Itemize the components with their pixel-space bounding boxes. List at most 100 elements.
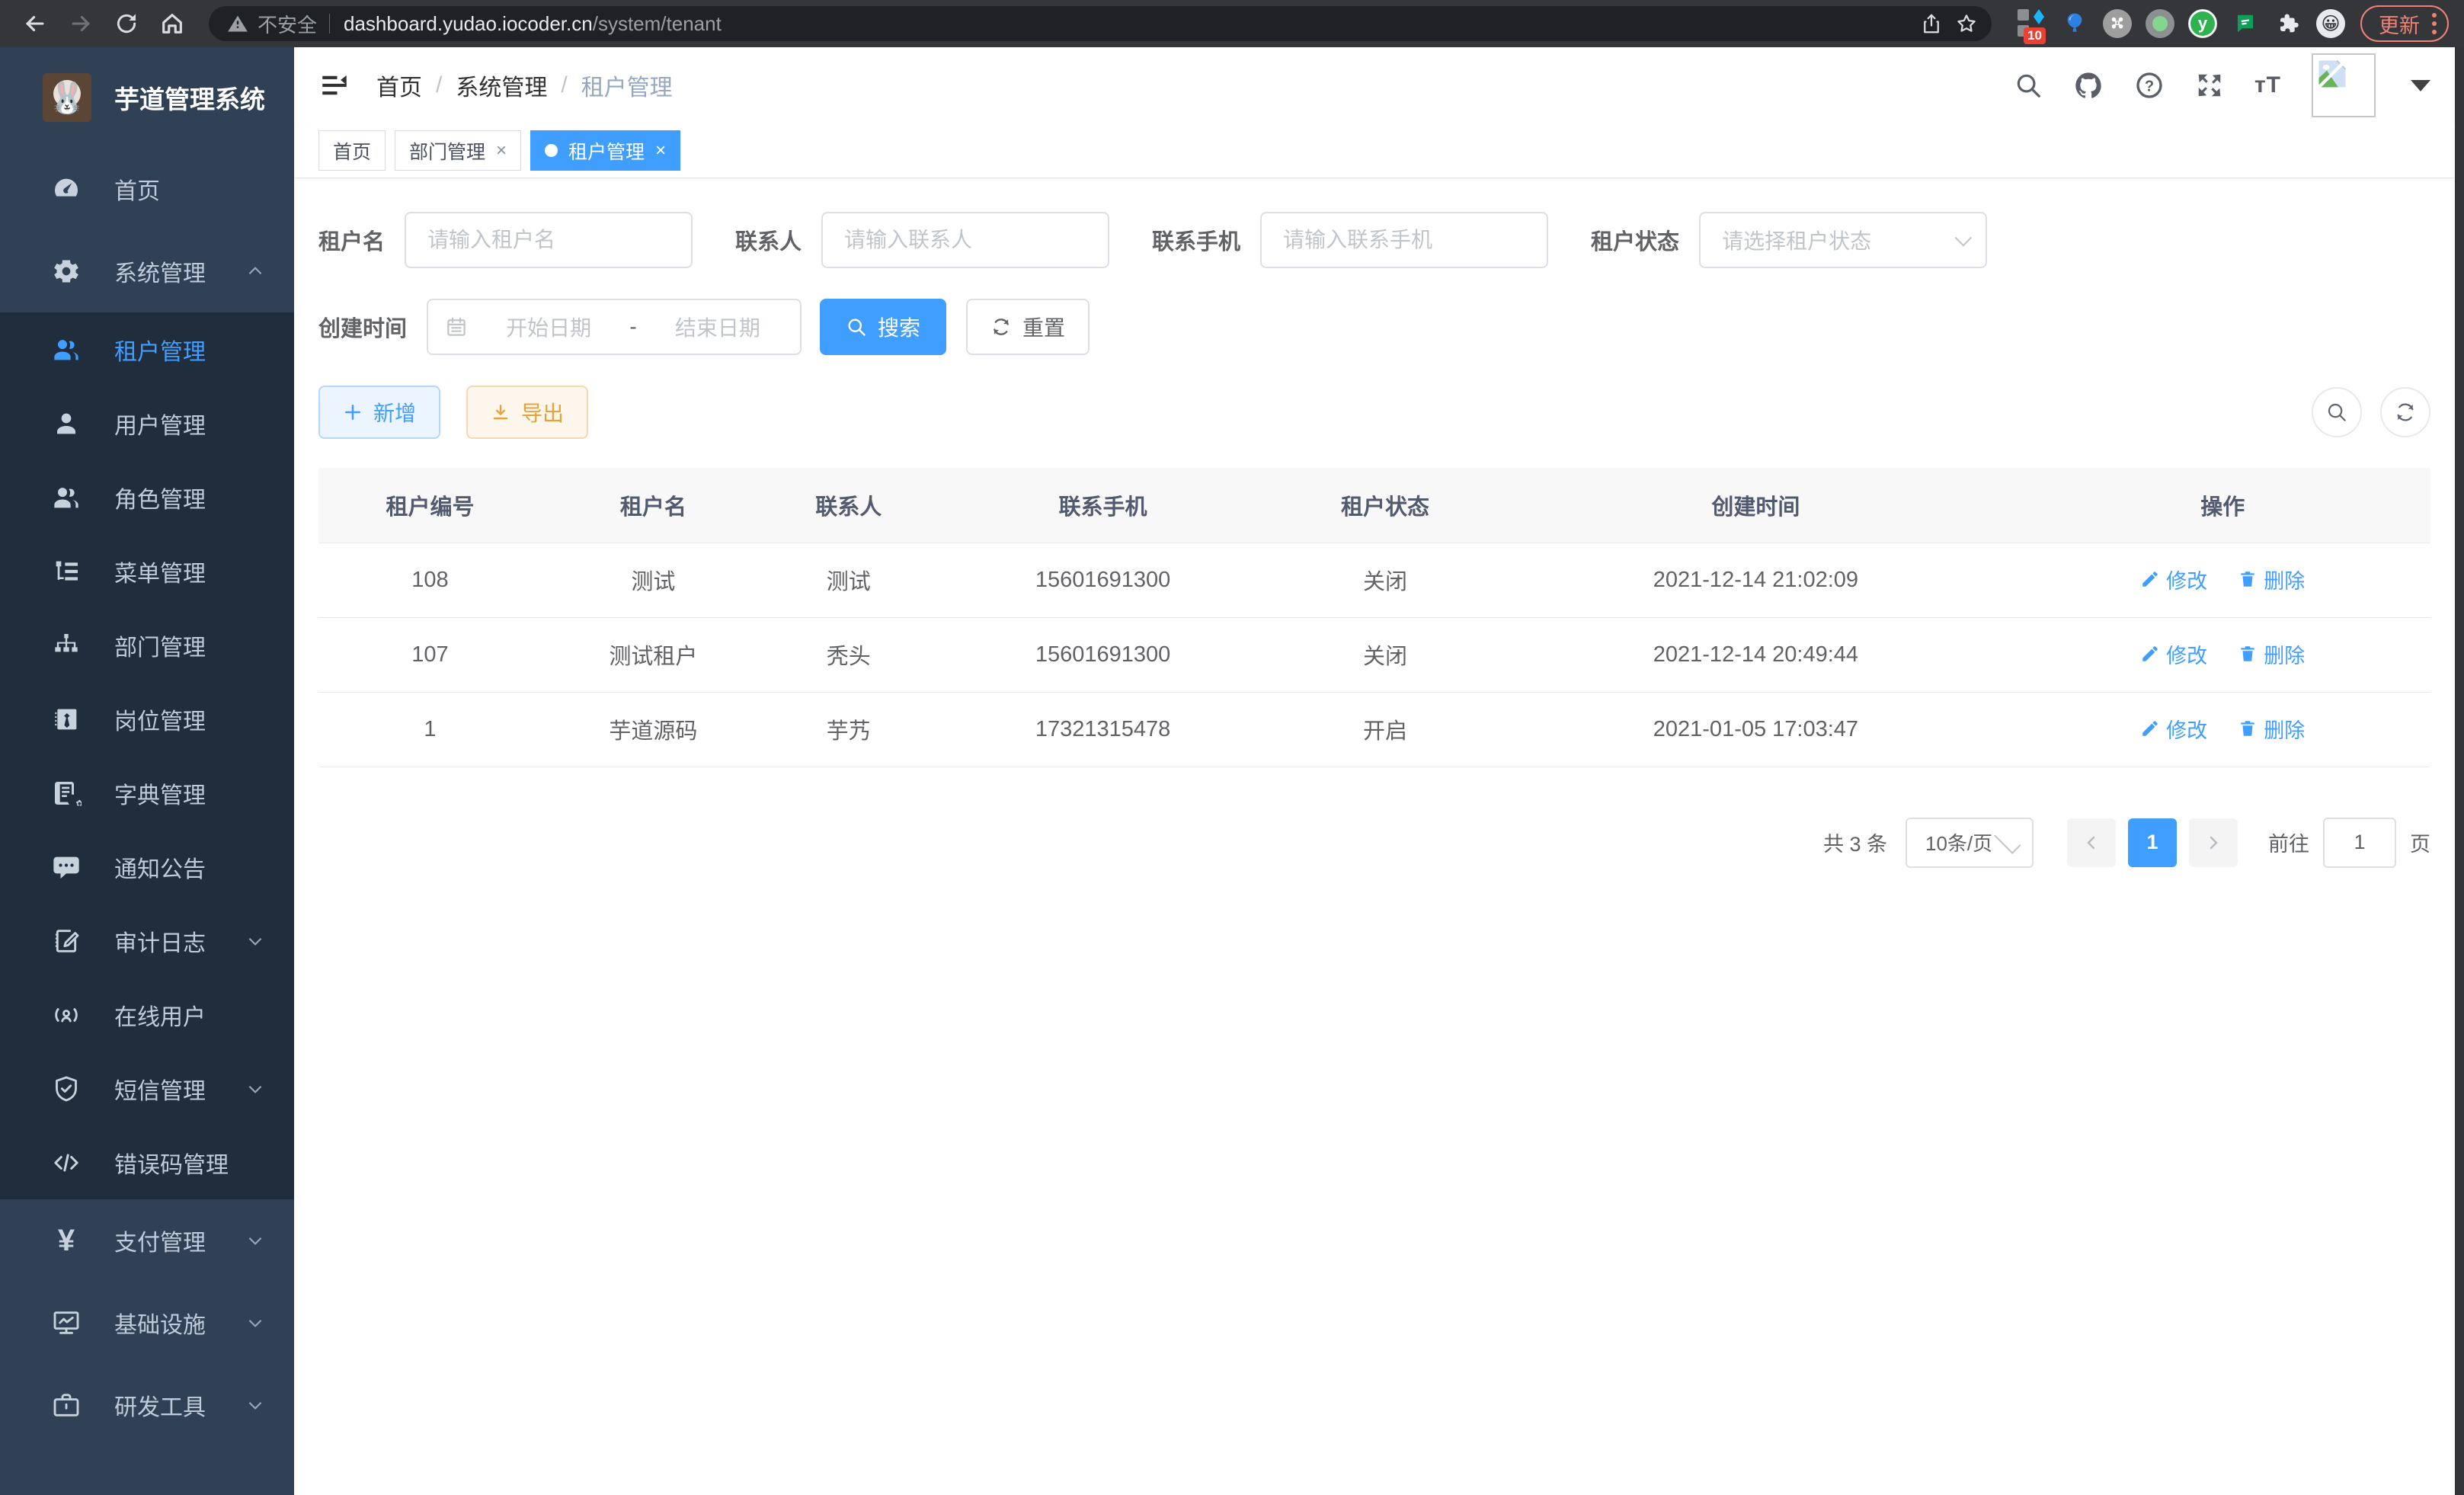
breadcrumb-separator: / bbox=[436, 72, 442, 98]
reset-button[interactable]: 重置 bbox=[966, 299, 1090, 355]
tab-home[interactable]: 首页 bbox=[318, 130, 386, 171]
edit-link[interactable]: 修改 bbox=[2140, 714, 2207, 744]
github-button[interactable] bbox=[2073, 70, 2104, 101]
tab-dept[interactable]: 部门管理 × bbox=[395, 130, 521, 171]
page-number-button[interactable]: 1 bbox=[2128, 818, 2177, 867]
forward-button[interactable] bbox=[61, 4, 101, 43]
search-button[interactable] bbox=[2014, 71, 2043, 100]
refresh-icon bbox=[990, 316, 1012, 338]
col-tenant-name: 租户名 bbox=[542, 468, 765, 543]
puzzle-extensions-icon[interactable] bbox=[2272, 8, 2304, 40]
app-logo-row[interactable]: 🐰 芋道管理系统 bbox=[0, 47, 294, 148]
close-icon[interactable]: × bbox=[655, 140, 666, 162]
fullscreen-button[interactable] bbox=[2195, 71, 2224, 100]
chat-extension-icon[interactable] bbox=[2229, 8, 2261, 40]
user-menu-caret-icon[interactable] bbox=[2411, 80, 2430, 91]
sidebar-item-system[interactable]: 系统管理 bbox=[0, 230, 294, 312]
breadcrumb-system[interactable]: 系统管理 bbox=[456, 69, 547, 102]
refresh-table-button[interactable] bbox=[2380, 387, 2430, 437]
back-icon bbox=[22, 11, 48, 37]
profile-avatar-icon[interactable]: 😀 bbox=[2315, 8, 2347, 40]
sidebar-item-user[interactable]: 用户管理 bbox=[0, 386, 294, 460]
sidebar-item-infrastructure[interactable]: 基础设施 bbox=[0, 1282, 294, 1364]
sidebar-collapse-button[interactable] bbox=[318, 69, 350, 101]
sidebar-item-menu[interactable]: 菜单管理 bbox=[0, 534, 294, 608]
font-size-button[interactable]: тT bbox=[2254, 72, 2281, 98]
chrome-update-button[interactable]: 更新 bbox=[2360, 5, 2449, 42]
cell-status: 关闭 bbox=[1274, 543, 1497, 617]
chevron-down-icon bbox=[245, 1395, 265, 1415]
tab-tenant[interactable]: 租户管理 × bbox=[530, 130, 680, 171]
recorder-extension-icon[interactable] bbox=[2144, 8, 2176, 40]
delete-link[interactable]: 删除 bbox=[2238, 714, 2305, 744]
edit-link[interactable]: 修改 bbox=[2140, 565, 2207, 594]
date-separator: - bbox=[629, 315, 636, 339]
dictionary-icon bbox=[49, 778, 84, 808]
prev-page-button[interactable] bbox=[2067, 818, 2116, 867]
close-icon[interactable]: × bbox=[496, 140, 507, 162]
sidebar-item-role[interactable]: 角色管理 bbox=[0, 460, 294, 534]
mobile-label: 联系手机 bbox=[1152, 224, 1240, 256]
contact-input[interactable] bbox=[821, 212, 1109, 268]
filter-mobile: 联系手机 bbox=[1152, 212, 1548, 268]
yudao-extension-icon[interactable]: y bbox=[2187, 8, 2219, 40]
balloon-extension-icon[interactable] bbox=[2059, 8, 2091, 40]
sidebar-item-dept[interactable]: 部门管理 bbox=[0, 608, 294, 682]
page-size-select[interactable]: 10条/页 bbox=[1906, 818, 2034, 868]
browser-toolbar: 不安全 dashboard.yudao.iocoder.cn/system/te… bbox=[0, 0, 2464, 47]
add-button[interactable]: 新增 bbox=[318, 386, 440, 439]
sidebar-item-tenant[interactable]: 租户管理 bbox=[0, 312, 294, 386]
export-button[interactable]: 导出 bbox=[466, 386, 588, 439]
help-button[interactable]: ? bbox=[2134, 70, 2165, 101]
sidebar-item-label: 字典管理 bbox=[114, 776, 265, 810]
app-logo: 🐰 bbox=[43, 73, 91, 122]
tenant-name-input[interactable] bbox=[405, 212, 693, 268]
sidebar-item-audit-log[interactable]: 审计日志 bbox=[0, 904, 294, 978]
reload-button[interactable] bbox=[107, 4, 146, 43]
sidebar-item-dev-tools[interactable]: 研发工具 bbox=[0, 1364, 294, 1446]
address-bar[interactable]: 不安全 dashboard.yudao.iocoder.cn/system/te… bbox=[209, 6, 1992, 41]
mobile-input[interactable] bbox=[1260, 212, 1548, 268]
sidebar-item-label: 支付管理 bbox=[114, 1224, 245, 1257]
home-button[interactable] bbox=[152, 4, 192, 43]
status-label: 租户状态 bbox=[1591, 224, 1679, 256]
sidebar-item-error-code[interactable]: 错误码管理 bbox=[0, 1125, 294, 1199]
url-text: dashboard.yudao.iocoder.cn/system/tenant bbox=[344, 12, 1914, 36]
sidebar-item-dict[interactable]: 字典管理 bbox=[0, 756, 294, 830]
cell-tenant-id: 107 bbox=[318, 617, 542, 692]
goto-page-input[interactable] bbox=[2323, 818, 2396, 868]
cell-contact: 秃头 bbox=[765, 617, 933, 692]
cell-tenant-id: 1 bbox=[318, 692, 542, 767]
show-search-toggle-button[interactable] bbox=[2312, 387, 2362, 437]
user-avatar[interactable] bbox=[2312, 53, 2376, 117]
cell-tenant-name: 芋道源码 bbox=[542, 692, 765, 767]
add-button-label: 新增 bbox=[373, 397, 416, 427]
sidebar-item-notice[interactable]: 通知公告 bbox=[0, 830, 294, 904]
date-range-picker[interactable]: 开始日期 - 结束日期 bbox=[427, 299, 802, 355]
sidebar-item-payment[interactable]: ¥ 支付管理 bbox=[0, 1199, 294, 1282]
sidebar-item-post[interactable]: 岗位管理 bbox=[0, 682, 294, 756]
status-select[interactable]: 请选择租户状态 bbox=[1699, 212, 1987, 268]
breadcrumb-current: 租户管理 bbox=[581, 69, 673, 102]
browser-menu-icon[interactable] bbox=[2432, 13, 2437, 34]
sidebar-item-sms[interactable]: 短信管理 bbox=[0, 1052, 294, 1125]
sidebar-item-online-users[interactable]: 在线用户 bbox=[0, 978, 294, 1052]
search-submit-button[interactable]: 搜索 bbox=[820, 299, 946, 355]
share-button[interactable] bbox=[1914, 6, 1949, 41]
delete-link[interactable]: 删除 bbox=[2238, 639, 2305, 669]
navbar-actions: ? тT bbox=[2014, 53, 2430, 117]
chevron-down-icon bbox=[245, 1231, 265, 1250]
edit-link[interactable]: 修改 bbox=[2140, 639, 2207, 669]
command-extension-icon[interactable] bbox=[2101, 8, 2133, 40]
back-button[interactable] bbox=[15, 4, 55, 43]
breadcrumb: 首页 / 系统管理 / 租户管理 bbox=[376, 69, 2014, 102]
next-page-button[interactable] bbox=[2189, 818, 2238, 867]
extension-tabs-icon[interactable]: 10 bbox=[2016, 8, 2048, 40]
edit-label: 修改 bbox=[2166, 565, 2207, 594]
delete-link[interactable]: 删除 bbox=[2238, 565, 2305, 594]
sidebar-item-home[interactable]: 首页 bbox=[0, 148, 294, 230]
bookmark-button[interactable] bbox=[1949, 6, 1984, 41]
help-icon: ? bbox=[2134, 70, 2165, 101]
forward-icon bbox=[68, 11, 94, 37]
breadcrumb-home[interactable]: 首页 bbox=[376, 69, 422, 102]
